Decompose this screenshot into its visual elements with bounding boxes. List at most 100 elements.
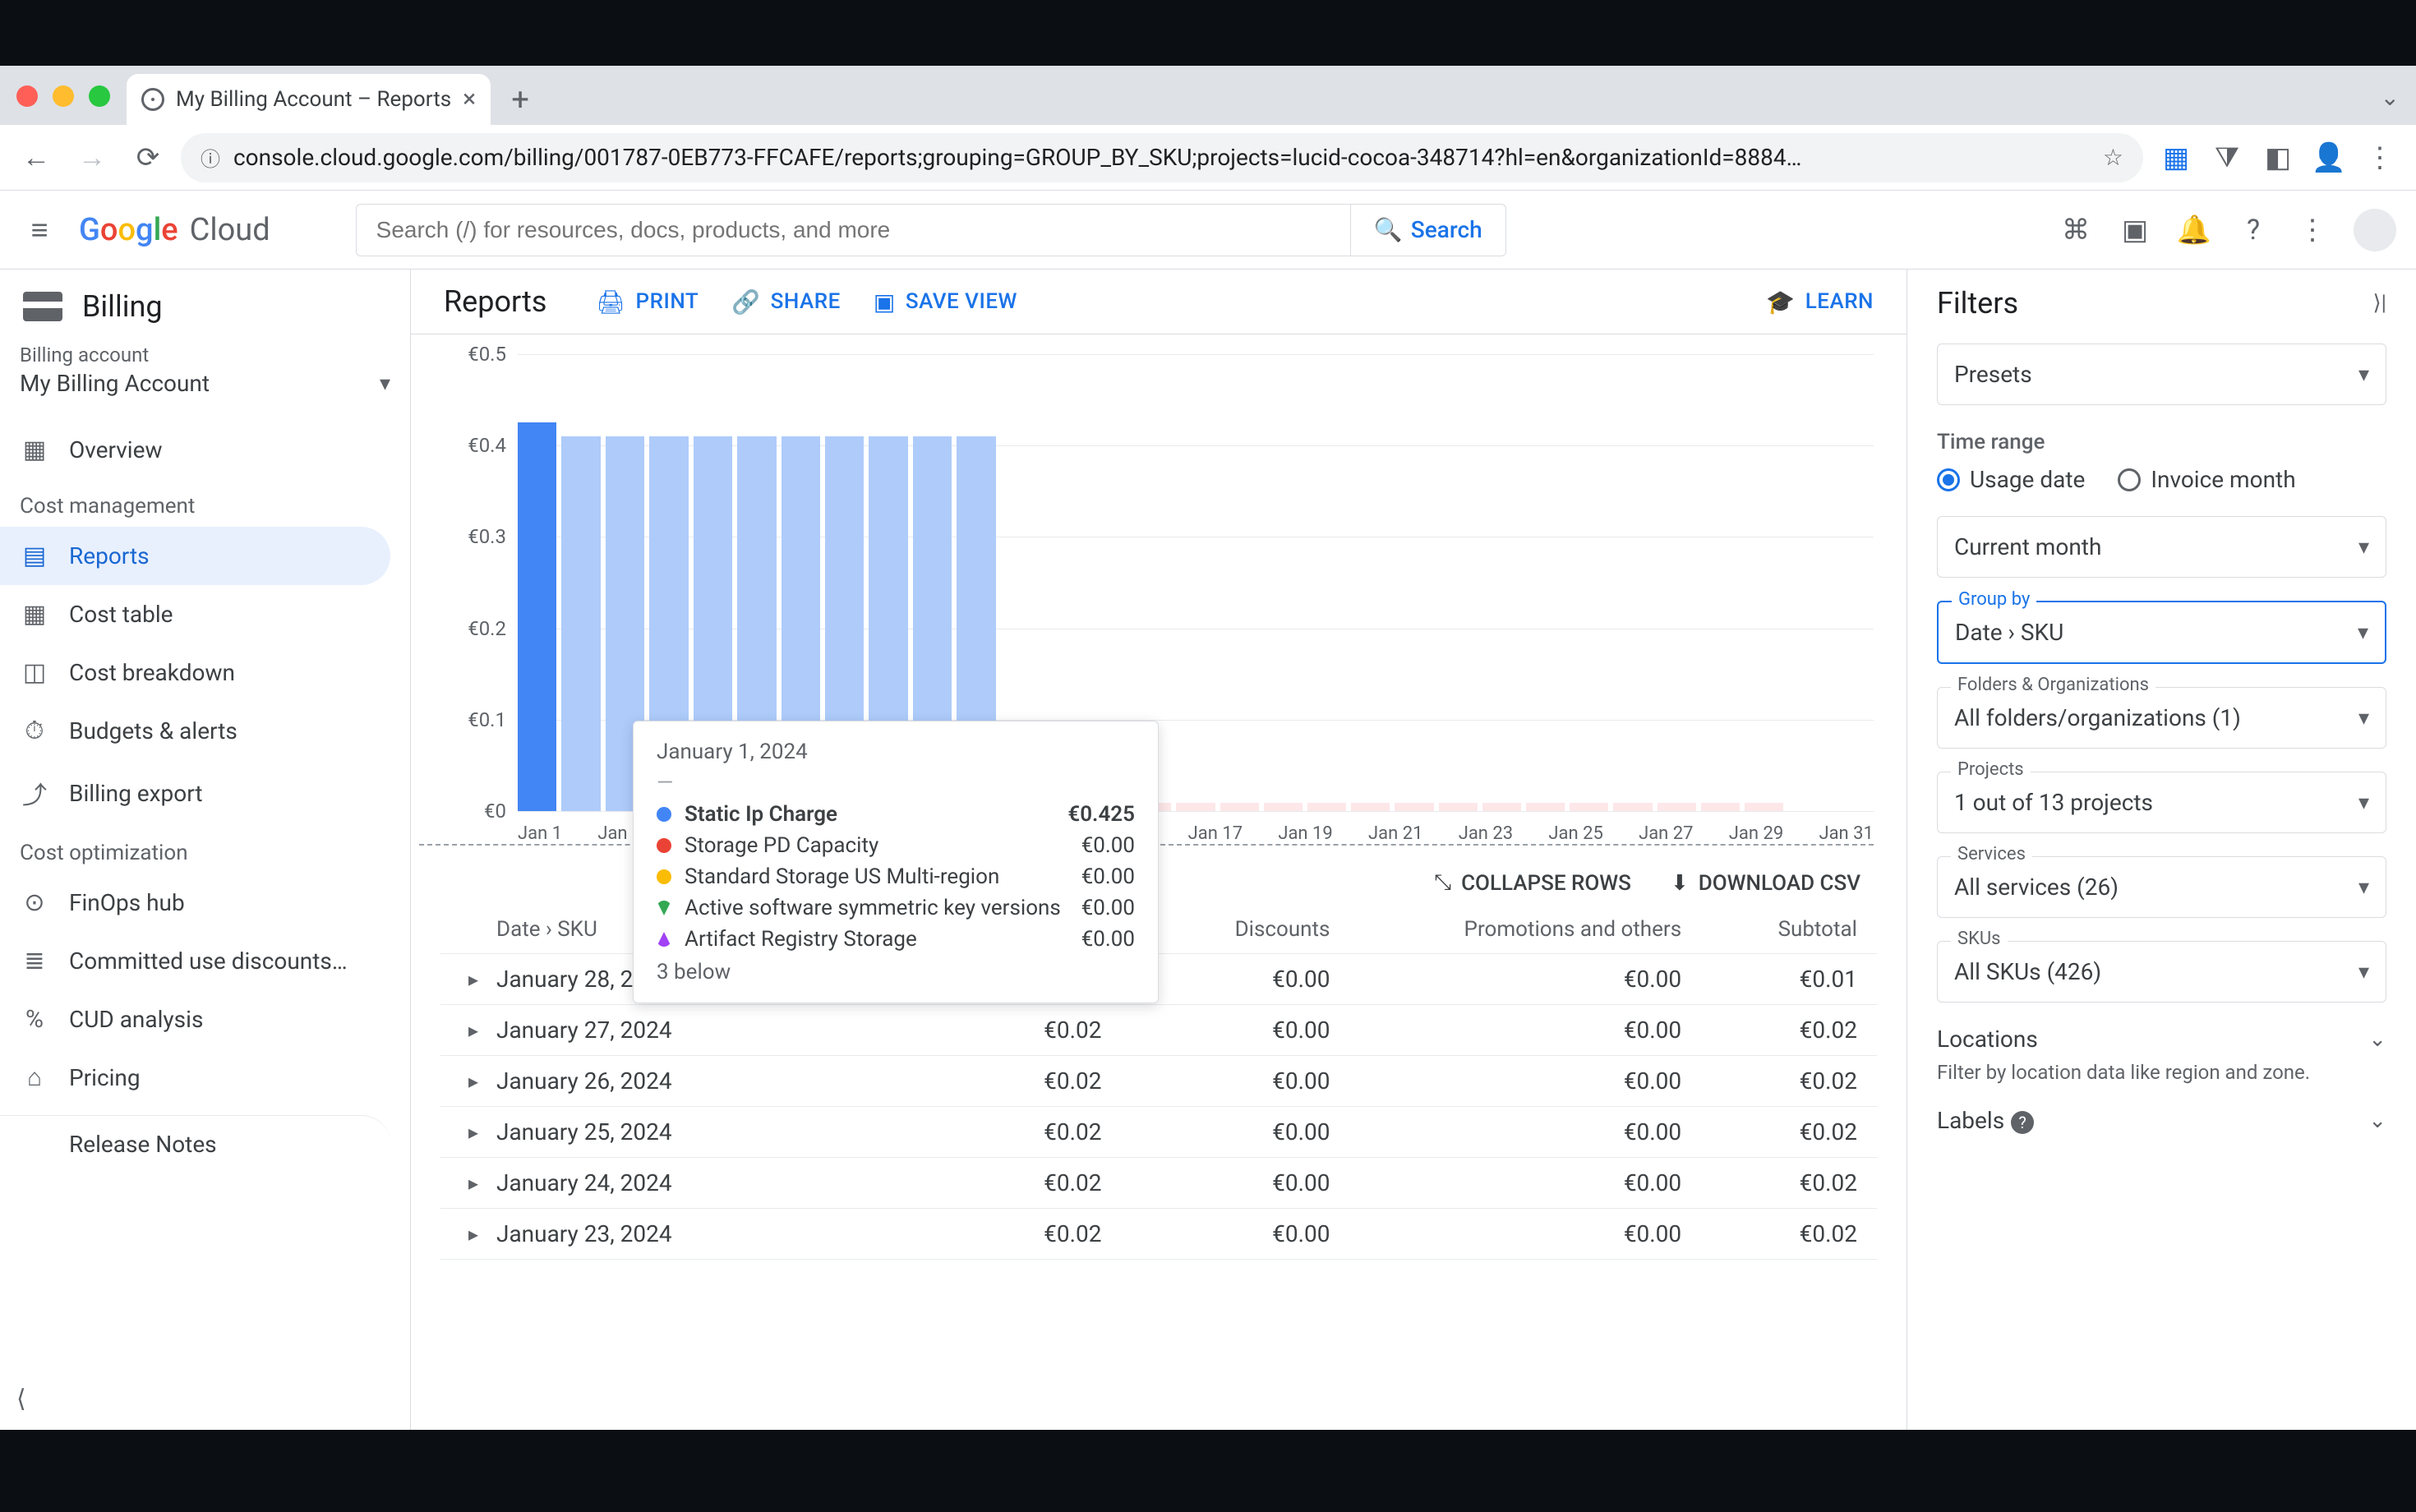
nav-icon: %	[20, 1005, 49, 1034]
cell-subtotal: €0.02	[1691, 1169, 1867, 1196]
sidebar-item-release-notes[interactable]: Release Notes	[0, 1115, 390, 1173]
tabs-menu-icon[interactable]: ⌄	[2381, 84, 2400, 111]
new-tab-button[interactable]: +	[500, 81, 540, 120]
tooltip-value: €0.00	[1081, 833, 1135, 858]
settings-menu-icon[interactable]: ⋮	[2294, 212, 2331, 248]
cell-subtotal: €0.02	[1691, 1118, 1867, 1146]
col-subtotal[interactable]: Subtotal	[1691, 917, 1867, 942]
window-minimize-icon[interactable]	[53, 85, 74, 107]
time-range-label: Time range	[1937, 430, 2386, 454]
expand-row-icon[interactable]: ▸	[450, 1019, 496, 1042]
labels-section[interactable]: Labels? ⌄	[1937, 1107, 2386, 1134]
invoice-month-radio[interactable]: Invoice month	[2118, 466, 2295, 493]
expand-row-icon[interactable]: ▸	[450, 1121, 496, 1144]
share-button[interactable]: 🔗SHARE	[731, 288, 841, 316]
extensions-icon[interactable]: ⧩	[2204, 135, 2250, 181]
save-view-label: SAVE VIEW	[906, 289, 1017, 314]
expand-row-icon[interactable]: ▸	[450, 1223, 496, 1246]
cell-date: January 26, 2024	[496, 1067, 936, 1095]
download-csv-button[interactable]: ⬇DOWNLOAD CSV	[1671, 871, 1860, 896]
address-bar[interactable]: ⓘ console.cloud.google.com/billing/00178…	[181, 133, 2143, 182]
sidebar-item-billing-export[interactable]: ⤴Billing export	[0, 760, 390, 826]
sidebar-item-label: Cost breakdown	[69, 659, 235, 686]
chart-bar[interactable]	[518, 422, 556, 811]
usage-date-radio[interactable]: Usage date	[1937, 466, 2085, 493]
sidebar-item-cost-table[interactable]: ▦Cost table	[0, 585, 390, 643]
terminal-icon[interactable]: ▣	[2117, 212, 2153, 248]
expand-row-icon[interactable]: ▸	[450, 1172, 496, 1195]
date-range-select[interactable]: Current month ▾	[1937, 516, 2386, 578]
presets-label: Presets	[1954, 361, 2032, 388]
cost-chart[interactable]: €0.5€0.4€0.3€0.2€0.1€0 Jan 1Jan 3Jan 5Ja…	[411, 334, 1907, 860]
sidebar-item-cost-breakdown[interactable]: ◫ Cost breakdown	[0, 643, 390, 702]
tooltip-more: 3 below	[657, 960, 1135, 984]
sidebar-item-cud-analysis[interactable]: %CUD analysis	[0, 990, 390, 1049]
folders-select[interactable]: Folders & Organizations All folders/orga…	[1937, 687, 2386, 749]
invoice-month-label: Invoice month	[2151, 466, 2295, 493]
tooltip-row: Storage PD Capacity€0.00	[657, 830, 1135, 861]
profile-icon[interactable]: 👤	[2306, 135, 2352, 181]
forward-button: →	[69, 135, 115, 181]
chart-bar[interactable]	[561, 436, 600, 811]
translate-icon[interactable]: ▦	[2153, 135, 2199, 181]
account-avatar[interactable]	[2354, 209, 2396, 251]
expand-row-icon[interactable]: ▸	[450, 1070, 496, 1093]
sidebar-item-committed-use-discounts-[interactable]: ≣Committed use discounts…	[0, 932, 390, 990]
sidebar-item-finops-hub[interactable]: ⊙FinOps hub	[0, 874, 390, 932]
gcp-search[interactable]: 🔍 Search	[356, 204, 1506, 256]
billing-icon	[23, 292, 62, 321]
site-info-icon[interactable]: ⓘ	[201, 143, 220, 172]
search-button[interactable]: 🔍 Search	[1350, 205, 1505, 256]
close-tab-icon[interactable]: ×	[463, 87, 476, 112]
help-icon[interactable]: ?	[2235, 212, 2271, 248]
save-view-button[interactable]: ▣SAVE VIEW	[874, 288, 1017, 316]
legend-swatch-icon	[657, 838, 671, 853]
table-row[interactable]: ▸January 25, 2024€0.02€0.00€0.00€0.02	[440, 1107, 1877, 1158]
chrome-menu-icon[interactable]: ⋮	[2357, 135, 2403, 181]
back-button[interactable]: ←	[13, 135, 59, 181]
window-close-icon[interactable]	[16, 85, 38, 107]
gcp-logo[interactable]: Google Cloud	[79, 212, 270, 248]
window-maximize-icon[interactable]	[89, 85, 110, 107]
bookmark-icon[interactable]: ☆	[2103, 144, 2123, 171]
sidebar-item-overview[interactable]: ▦Overview	[0, 421, 390, 479]
locations-section[interactable]: Locations ⌄	[1937, 1026, 2386, 1053]
browser-tab[interactable]: My Billing Account – Reports ×	[127, 74, 491, 125]
reports-main: Reports 🖨PRINT 🔗SHARE ▣SAVE VIEW 🎓LEARN …	[411, 270, 1907, 1430]
table-row[interactable]: ▸January 24, 2024€0.02€0.00€0.00€0.02	[440, 1158, 1877, 1209]
expand-row-icon[interactable]: ▸	[450, 968, 496, 991]
nav-menu-icon[interactable]: ≡	[20, 213, 59, 247]
collapse-rows-button[interactable]: ⤡COLLAPSE ROWS	[1434, 870, 1631, 896]
sidebar-item-reports[interactable]: ▤Reports	[0, 527, 390, 585]
skus-select[interactable]: SKUs All SKUs (426) ▾	[1937, 941, 2386, 1003]
print-button[interactable]: 🖨PRINT	[596, 288, 699, 316]
x-tick: Jan 19	[1278, 823, 1332, 844]
group-by-select[interactable]: Group by Date › SKU ▾	[1937, 601, 2386, 664]
tooltip-label: Active software symmetric key versions	[685, 896, 1068, 920]
services-select[interactable]: Services All services (26) ▾	[1937, 856, 2386, 918]
help-icon[interactable]: ?	[2011, 1111, 2034, 1134]
nav-icon: ◫	[20, 658, 49, 687]
table-row[interactable]: ▸January 23, 2024€0.02€0.00€0.00€0.02	[440, 1209, 1877, 1260]
collapse-filters-icon[interactable]: ⟩|	[2373, 291, 2387, 316]
cloud-shell-icon[interactable]: ⌘	[2058, 212, 2094, 248]
search-input[interactable]	[357, 217, 1350, 243]
sidebar-item-pricing[interactable]: ⌂Pricing	[0, 1049, 390, 1107]
sidebar-item-label: Committed use discounts…	[69, 947, 348, 975]
side-panel-icon[interactable]: ◧	[2255, 135, 2301, 181]
learn-button[interactable]: 🎓LEARN	[1766, 288, 1874, 316]
reload-button[interactable]: ⟳	[125, 135, 171, 181]
col-promotions[interactable]: Promotions and others	[1339, 917, 1691, 942]
table-row[interactable]: ▸January 26, 2024€0.02€0.00€0.00€0.02	[440, 1056, 1877, 1107]
presets-select[interactable]: Presets ▾	[1937, 343, 2386, 405]
projects-select[interactable]: Projects 1 out of 13 projects ▾	[1937, 772, 2386, 833]
sidebar-item-budgets-alerts[interactable]: ⏱Budgets & alerts	[0, 702, 390, 760]
tooltip-row: Standard Storage US Multi-region€0.00	[657, 861, 1135, 892]
cell-discounts: €0.00	[1111, 1169, 1339, 1196]
billing-account-selector[interactable]: Billing account My Billing Account ▾	[0, 343, 410, 421]
table-row[interactable]: ▸January 27, 2024€0.02€0.00€0.00€0.02	[440, 1005, 1877, 1056]
collapse-nav-icon[interactable]: ⟨	[16, 1385, 26, 1413]
notifications-icon[interactable]: 🔔	[2176, 212, 2212, 248]
x-tick: Jan 29	[1729, 823, 1783, 844]
locations-hint: Filter by location data like region and …	[1937, 1061, 2386, 1084]
